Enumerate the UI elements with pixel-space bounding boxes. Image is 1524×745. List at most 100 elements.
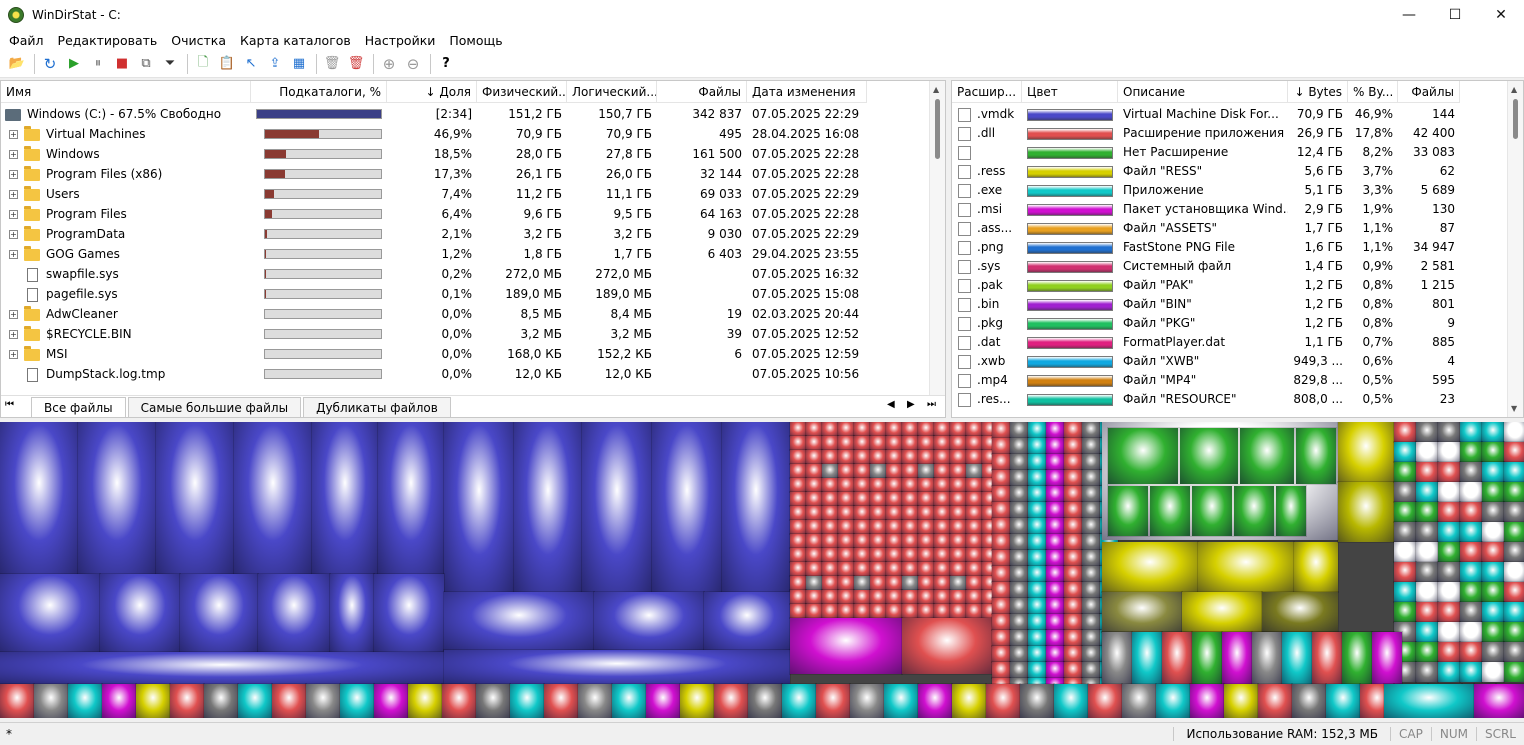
treemap-cell[interactable] xyxy=(1239,427,1295,485)
treemap-cell[interactable] xyxy=(837,533,855,549)
tree-row[interactable]: + $RECYCLE.BIN 0,0% 3,2 МБ 3,2 МБ 39 07.05.202… xyxy=(1,324,867,344)
treemap-cell[interactable] xyxy=(853,449,871,465)
treemap-cell[interactable] xyxy=(1437,541,1461,563)
tree-row[interactable]: + Program Files 6,4% 9,6 ГБ 9,5 ГБ 64 163 07.0… xyxy=(1,204,867,224)
extension-row[interactable]: .png FastStone PNG File 1,6 ГБ 1,1% 34 947 xyxy=(952,238,1460,257)
treemap-cell[interactable] xyxy=(1197,541,1295,593)
extension-row[interactable]: .bin Файл "BIN" 1,2 ГБ 0,8% 801 xyxy=(952,295,1460,314)
treemap-cell[interactable] xyxy=(869,589,887,605)
treemap-cell[interactable] xyxy=(933,505,951,521)
treemap-cell[interactable] xyxy=(1503,601,1524,623)
treemap-cell[interactable] xyxy=(991,581,1011,599)
treemap-cell[interactable] xyxy=(949,603,967,619)
treemap-cell[interactable] xyxy=(1481,661,1505,683)
treemap-cell[interactable] xyxy=(991,469,1011,487)
treemap-cell[interactable] xyxy=(1393,541,1417,563)
treemap-cell[interactable] xyxy=(1437,601,1461,623)
treemap-cell[interactable] xyxy=(1045,437,1065,455)
treemap-cell[interactable] xyxy=(1415,521,1439,543)
extension-row[interactable]: .xwb Файл "XWB" 949,3 ... 0,6% 4 xyxy=(952,352,1460,371)
treemap-cell[interactable] xyxy=(821,463,839,479)
treemap-cell[interactable] xyxy=(305,683,341,718)
treemap-cell[interactable] xyxy=(933,589,951,605)
extension-row[interactable]: .dat FormatPlayer.dat 1,1 ГБ 0,7% 885 xyxy=(952,333,1460,352)
tree-row[interactable]: Windows (C:) - 67.5% Свободно [2:34] 151,2… xyxy=(1,104,867,124)
treemap-cell[interactable] xyxy=(1027,581,1047,599)
treemap-cell[interactable] xyxy=(1019,683,1055,718)
treemap-cell[interactable] xyxy=(901,617,993,675)
tree-row[interactable]: + Virtual Machines 46,9% 70,9 ГБ 70,9 ГБ 495 2… xyxy=(1,124,867,144)
treemap-cell[interactable] xyxy=(789,449,807,465)
treemap-cell[interactable] xyxy=(933,561,951,577)
treemap-cell[interactable] xyxy=(849,683,885,718)
treemap-cell[interactable] xyxy=(475,683,511,718)
extension-row[interactable]: .vmdk Virtual Machine Disk For... 70,9 ГБ 4… xyxy=(952,105,1460,124)
treemap-cell[interactable] xyxy=(1371,631,1403,685)
treemap-cell[interactable] xyxy=(1063,629,1083,647)
treemap-cell[interactable] xyxy=(965,603,983,619)
treemap-cell[interactable] xyxy=(901,491,919,507)
treemap-cell[interactable] xyxy=(1087,683,1123,718)
treemap-cell[interactable] xyxy=(1027,661,1047,679)
treemap-cell[interactable] xyxy=(949,463,967,479)
col-name[interactable]: Имя xyxy=(1,81,251,103)
treemap-cell[interactable] xyxy=(1415,501,1439,523)
treemap-cell[interactable] xyxy=(991,629,1011,647)
treemap-cell[interactable] xyxy=(1009,533,1029,551)
treemap-cell[interactable] xyxy=(821,589,839,605)
copy-path-icon[interactable]: ⧉ xyxy=(135,53,157,75)
treemap-cell[interactable] xyxy=(1027,629,1047,647)
treemap-cell[interactable] xyxy=(837,603,855,619)
paste-icon[interactable]: 📋 xyxy=(216,53,238,75)
ext-scrollbar[interactable]: ▲ ▼ xyxy=(1507,81,1523,417)
treemap-cell[interactable] xyxy=(1257,683,1293,718)
treemap-cell[interactable] xyxy=(805,435,823,451)
treemap-cell[interactable] xyxy=(885,491,903,507)
treemap-cell[interactable] xyxy=(869,449,887,465)
treemap-cell[interactable] xyxy=(101,683,137,718)
treemap-cell[interactable] xyxy=(407,683,443,718)
treemap-cell[interactable] xyxy=(1393,461,1417,483)
treemap-cell[interactable] xyxy=(991,453,1011,471)
treemap-cell[interactable] xyxy=(949,491,967,507)
treemap-cell[interactable] xyxy=(789,533,807,549)
treemap-cell[interactable] xyxy=(789,589,807,605)
treemap-cell[interactable] xyxy=(789,519,807,535)
treemap-cell[interactable] xyxy=(885,589,903,605)
treemap-cell[interactable] xyxy=(965,575,983,591)
treemap-cell[interactable] xyxy=(1189,683,1225,718)
extension-row[interactable]: .ass... Файл "ASSETS" 1,7 ГБ 1,1% 87 xyxy=(952,219,1460,238)
treemap-cell[interactable] xyxy=(965,491,983,507)
treemap-cell[interactable] xyxy=(853,491,871,507)
stop-icon[interactable]: ■ xyxy=(111,53,133,75)
treemap-cell[interactable] xyxy=(837,422,855,437)
treemap-cell[interactable] xyxy=(1503,501,1524,523)
treemap-cell[interactable] xyxy=(1063,645,1083,663)
treemap-cell[interactable] xyxy=(1009,629,1029,647)
treemap-cell[interactable] xyxy=(1063,422,1083,439)
treemap-cell[interactable] xyxy=(1459,661,1483,683)
treemap-cell[interactable] xyxy=(721,422,791,593)
treemap-cell[interactable] xyxy=(805,561,823,577)
treemap-cell[interactable] xyxy=(917,533,935,549)
treemap-cell[interactable] xyxy=(77,422,157,575)
treemap-cell[interactable] xyxy=(869,463,887,479)
treemap-cell[interactable] xyxy=(885,603,903,619)
treemap-cell[interactable] xyxy=(1415,601,1439,623)
treemap-cell[interactable] xyxy=(821,575,839,591)
treemap-cell[interactable] xyxy=(1081,629,1101,647)
treemap-cell[interactable] xyxy=(1101,541,1199,593)
treemap-cell[interactable] xyxy=(901,505,919,521)
col-modified[interactable]: Дата изменения xyxy=(747,81,867,103)
treemap-cell[interactable] xyxy=(869,491,887,507)
treemap-cell[interactable] xyxy=(1081,469,1101,487)
treemap-cell[interactable] xyxy=(1281,631,1313,685)
treemap-cell[interactable] xyxy=(951,683,987,718)
treemap-cell[interactable] xyxy=(509,683,545,718)
treemap-cell[interactable] xyxy=(991,549,1011,567)
treemap-view[interactable] xyxy=(0,422,1524,718)
treemap-cell[interactable] xyxy=(1063,549,1083,567)
col-extension[interactable]: Расшир... xyxy=(952,81,1022,103)
open-folder-icon[interactable]: 📂 xyxy=(6,53,28,75)
treemap-cell[interactable] xyxy=(917,477,935,493)
